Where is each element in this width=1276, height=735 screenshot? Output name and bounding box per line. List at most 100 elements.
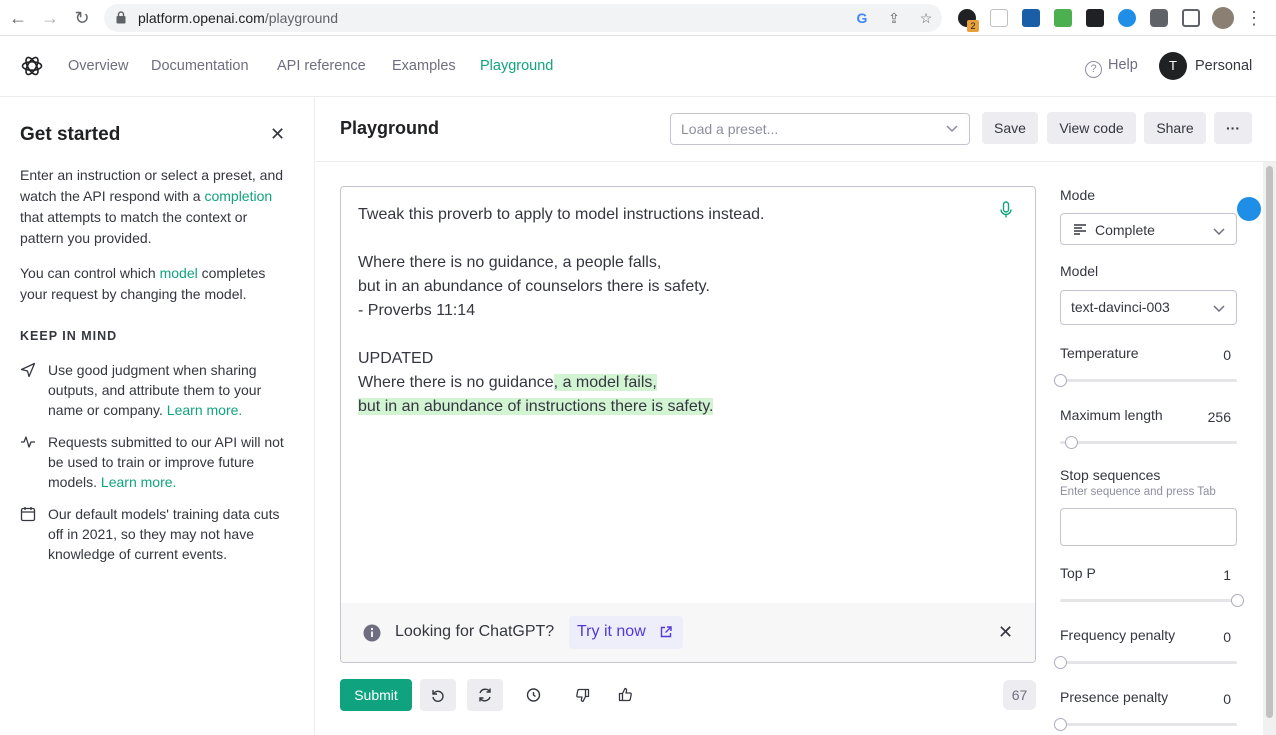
playground-toolbar: Playground Load a preset... Save View co… bbox=[316, 97, 1276, 162]
extension-icon[interactable] bbox=[1022, 9, 1040, 27]
thumbs-down-button[interactable] bbox=[565, 679, 601, 711]
save-button[interactable]: Save bbox=[982, 112, 1038, 144]
more-options-button[interactable]: ··· bbox=[1214, 112, 1252, 144]
user-avatar[interactable]: T bbox=[1159, 52, 1187, 80]
learn-more-link[interactable]: Learn more. bbox=[101, 474, 176, 490]
prompt-editor[interactable]: Tweak this proverb to apply to model ins… bbox=[340, 186, 1036, 663]
stop-sequences-input[interactable] bbox=[1060, 508, 1237, 546]
frequency-penalty-value[interactable]: 0 bbox=[1223, 629, 1231, 645]
submit-button[interactable]: Submit bbox=[340, 679, 412, 711]
completion-link[interactable]: completion bbox=[204, 188, 272, 204]
chatgpt-banner: Looking for ChatGPT? Try it now ✕ bbox=[341, 603, 1035, 662]
calendar-icon bbox=[20, 507, 36, 522]
model-link[interactable]: model bbox=[160, 265, 198, 281]
url-text: platform.openai.com/playground bbox=[138, 10, 339, 26]
temperature-slider-thumb[interactable] bbox=[1054, 374, 1067, 387]
profile-avatar[interactable] bbox=[1212, 7, 1234, 29]
help-icon: ? bbox=[1085, 61, 1102, 78]
account-name[interactable]: Personal bbox=[1195, 58, 1252, 74]
mode-complete-icon bbox=[1074, 224, 1086, 235]
extension-icon[interactable] bbox=[1118, 9, 1136, 27]
share-page-icon[interactable]: ⇪ bbox=[886, 10, 902, 26]
chevron-down-icon bbox=[946, 125, 958, 133]
extension-badge: 2 bbox=[967, 20, 979, 32]
top-p-slider[interactable] bbox=[1060, 594, 1244, 607]
history-icon bbox=[526, 688, 541, 702]
get-started-title: Get started bbox=[20, 124, 121, 145]
help-link[interactable]: ? Help bbox=[1085, 57, 1138, 78]
settings-panel: Mode Complete Model text-davinci-003 Tem… bbox=[1054, 162, 1244, 735]
info-icon bbox=[363, 624, 381, 642]
max-length-slider[interactable] bbox=[1060, 436, 1237, 449]
top-p-slider-thumb[interactable] bbox=[1231, 594, 1244, 607]
extension-icon[interactable] bbox=[1086, 9, 1104, 27]
completion-highlight: , a model fails, bbox=[553, 374, 657, 391]
frequency-penalty-slider-thumb[interactable] bbox=[1054, 656, 1067, 669]
nav-examples[interactable]: Examples bbox=[392, 58, 456, 74]
bookmark-star-icon[interactable]: ☆ bbox=[918, 10, 934, 26]
regenerate-button[interactable] bbox=[467, 679, 503, 711]
top-p-label: Top P bbox=[1060, 565, 1096, 581]
forward-icon[interactable]: → bbox=[40, 8, 60, 28]
top-p-value[interactable]: 1 bbox=[1223, 567, 1231, 583]
close-icon[interactable]: ✕ bbox=[270, 125, 288, 143]
nav-playground[interactable]: Playground bbox=[480, 58, 553, 74]
frequency-penalty-label: Frequency penalty bbox=[1060, 627, 1176, 643]
frequency-penalty-slider[interactable] bbox=[1054, 656, 1237, 669]
try-it-now-button[interactable]: Try it now bbox=[569, 616, 683, 649]
address-bar[interactable]: platform.openai.com/playground G ⇪ ☆ bbox=[104, 4, 942, 32]
refresh-icon bbox=[479, 688, 491, 702]
nav-documentation[interactable]: Documentation bbox=[151, 58, 249, 74]
activity-icon bbox=[21, 436, 35, 448]
temperature-label: Temperature bbox=[1060, 345, 1139, 361]
browser-menu-icon[interactable]: ⋮ bbox=[1244, 8, 1264, 28]
copy-extension-icon[interactable] bbox=[990, 9, 1008, 27]
browser-chrome: ← → ↻ platform.openai.com/playground G ⇪… bbox=[0, 0, 1276, 36]
side-panel-icon[interactable] bbox=[1182, 9, 1200, 27]
microphone-icon[interactable] bbox=[999, 201, 1013, 219]
reload-icon[interactable]: ↻ bbox=[72, 8, 92, 28]
puzzle-extensions-icon[interactable] bbox=[1150, 9, 1168, 27]
model-select[interactable]: text-davinci-003 bbox=[1060, 290, 1237, 325]
get-started-panel: Get started ✕ Enter an instruction or se… bbox=[0, 97, 315, 735]
page-title: Playground bbox=[340, 118, 440, 138]
openai-logo-icon[interactable] bbox=[20, 54, 44, 78]
temperature-slider[interactable] bbox=[1054, 374, 1237, 387]
completion-highlight: but in an abundance of instructions ther… bbox=[358, 398, 714, 415]
thumbs-up-icon bbox=[618, 687, 632, 702]
intro-paragraph: Enter an instruction or select a preset,… bbox=[20, 167, 284, 246]
extension-icon[interactable] bbox=[1054, 9, 1072, 27]
external-link-icon bbox=[660, 626, 672, 638]
chevron-down-icon bbox=[1213, 228, 1225, 236]
settings-scrollbar[interactable] bbox=[1263, 162, 1276, 735]
google-icon[interactable]: G bbox=[854, 10, 870, 26]
back-icon[interactable]: ← bbox=[8, 8, 28, 28]
stop-sequences-label: Stop sequences bbox=[1060, 467, 1161, 483]
assistant-extension-icon[interactable] bbox=[1237, 197, 1261, 221]
undo-button[interactable] bbox=[420, 679, 456, 711]
history-button[interactable] bbox=[515, 679, 551, 711]
nav-overview[interactable]: Overview bbox=[68, 58, 128, 74]
nav-api-reference[interactable]: API reference bbox=[277, 58, 366, 74]
close-banner-icon[interactable]: ✕ bbox=[998, 623, 1014, 641]
thumbs-down-icon bbox=[576, 688, 590, 703]
mode-label: Mode bbox=[1060, 187, 1096, 203]
presence-penalty-slider[interactable] bbox=[1054, 718, 1237, 731]
max-length-label: Maximum length bbox=[1060, 407, 1163, 423]
thumbs-up-button[interactable] bbox=[607, 679, 643, 711]
presence-penalty-value[interactable]: 0 bbox=[1223, 691, 1231, 707]
stop-sequences-hint: Enter sequence and press Tab bbox=[1060, 486, 1216, 498]
max-length-value[interactable]: 256 bbox=[1208, 409, 1231, 425]
learn-more-link[interactable]: Learn more. bbox=[167, 402, 242, 418]
prompt-text[interactable]: Tweak this proverb to apply to model ins… bbox=[358, 203, 998, 419]
lock-icon bbox=[116, 11, 126, 24]
undo-icon bbox=[432, 690, 444, 702]
mode-select[interactable]: Complete bbox=[1060, 213, 1237, 245]
share-button[interactable]: Share bbox=[1144, 112, 1206, 144]
preset-select[interactable]: Load a preset... bbox=[670, 113, 970, 145]
scrollbar-thumb[interactable] bbox=[1266, 166, 1273, 718]
view-code-button[interactable]: View code bbox=[1047, 112, 1136, 144]
presence-penalty-slider-thumb[interactable] bbox=[1054, 718, 1067, 731]
max-length-slider-thumb[interactable] bbox=[1064, 436, 1078, 449]
temperature-value[interactable]: 0 bbox=[1223, 347, 1231, 363]
